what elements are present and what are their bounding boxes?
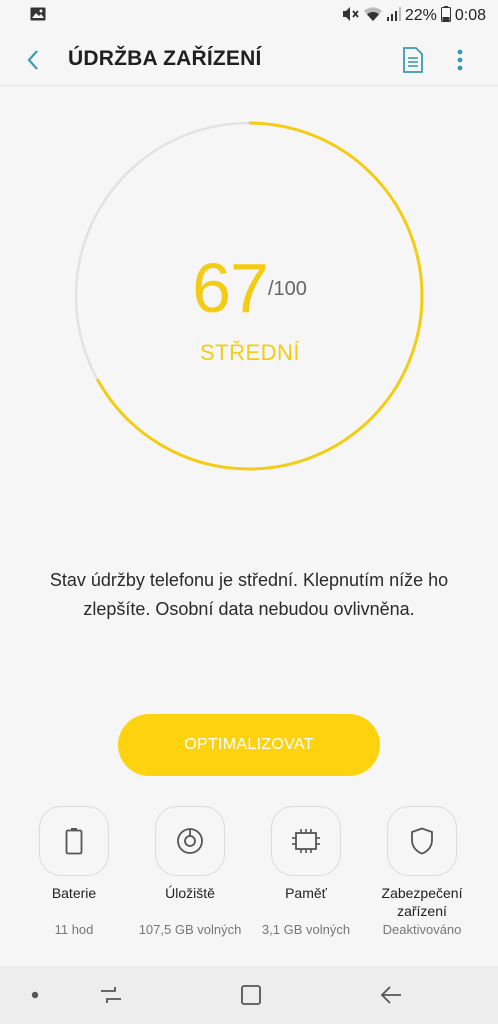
tile-security-label: Zabezpečení zařízení [381, 885, 463, 919]
optimize-button[interactable]: OPTIMALIZOVAT [118, 714, 380, 776]
tile-battery-label: Baterie [51, 885, 97, 901]
signal-icon [386, 6, 401, 26]
tile-storage-button[interactable] [155, 806, 225, 876]
battery-percent: 22% [404, 7, 437, 24]
memory-chip-icon [292, 829, 320, 853]
page-title: ÚDRŽBA ZAŘÍZENÍ [68, 47, 262, 70]
category-tiles: Baterie 11 hod Úložiště 107,5 GB volných… [0, 806, 498, 966]
shield-icon [411, 827, 433, 855]
tile-memory-label: Paměť [285, 885, 327, 901]
tile-security-button[interactable] [387, 806, 457, 876]
score-value: 67 [192, 249, 269, 327]
mute-icon [341, 6, 359, 27]
home-button[interactable] [236, 980, 266, 1010]
recent-apps-icon [101, 987, 121, 1003]
tile-storage[interactable]: Úložiště 107,5 GB volných [132, 806, 248, 966]
tile-security-value: Deaktivováno [382, 922, 462, 937]
back-arrow-icon [380, 986, 401, 1004]
battery-icon [65, 828, 83, 855]
gallery-notification-icon [30, 7, 46, 26]
document-icon [403, 47, 423, 73]
tile-battery-button[interactable] [39, 806, 109, 876]
report-button[interactable] [398, 45, 428, 75]
score-max: /100 [268, 278, 307, 300]
clock: 0:08 [454, 7, 486, 24]
score-status: STŘEDNÍ [199, 340, 301, 365]
tile-memory-button[interactable] [271, 806, 341, 876]
battery-status-icon [440, 5, 451, 27]
home-icon [241, 985, 261, 1005]
recent-apps-button[interactable] [96, 980, 126, 1010]
tile-battery[interactable]: Baterie 11 hod [16, 806, 132, 966]
chevron-left-icon [27, 50, 38, 70]
navigation-bar [0, 966, 498, 1024]
tile-memory[interactable]: Paměť 3,1 GB volných [248, 806, 364, 966]
back-button[interactable] [18, 45, 48, 75]
status-description: Stav údržby telefonu je střední. Klepnut… [49, 570, 449, 619]
back-nav-button[interactable] [376, 980, 406, 1010]
tile-storage-label: Úložiště [165, 885, 215, 901]
more-options-button[interactable] [448, 45, 472, 75]
dot-icon [31, 991, 39, 999]
nav-dot-button[interactable] [20, 980, 50, 1010]
status-bar: 22% 0:08 [0, 0, 498, 32]
app-bar: ÚDRŽBA ZAŘÍZENÍ [0, 32, 498, 86]
tile-security[interactable]: Zabezpečení zařízení Deaktivováno [364, 806, 480, 966]
more-vert-icon [457, 49, 463, 71]
storage-icon [177, 828, 203, 854]
wifi-icon [363, 6, 383, 27]
